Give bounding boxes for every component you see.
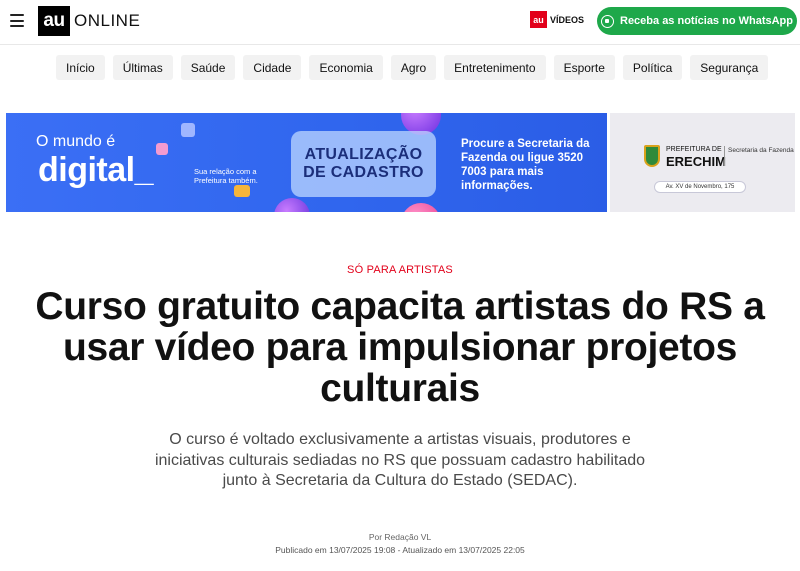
decor-sphere [274, 198, 310, 212]
envelope-icon [234, 185, 250, 197]
site-header: au ONLINE au VÍDEOS Receba as notícias n… [0, 0, 800, 44]
nav-item-cidade[interactable]: Cidade [243, 55, 302, 80]
decor-icon [181, 123, 195, 137]
whatsapp-icon [601, 14, 614, 28]
sponsor-address: Av. XV de Novembro, 175 [654, 181, 746, 193]
banner-card-line2: DE CADASTRO [303, 164, 424, 181]
nav-item-entretenimento[interactable]: Entretenimento [444, 55, 546, 80]
category-nav: Início Últimas Saúde Cidade Economia Agr… [56, 55, 769, 80]
whatsapp-button-label: Receba as notícias no WhatsApp [620, 15, 793, 27]
nav-item-esporte[interactable]: Esporte [553, 55, 615, 80]
article-byline: Por Redação VL [368, 532, 432, 542]
logo-text: ONLINE [74, 11, 141, 30]
banner-line2: digital_ [38, 151, 154, 189]
videos-label: VÍDEOS [550, 14, 585, 25]
nav-item-ultimas[interactable]: Últimas [112, 55, 173, 80]
whatsapp-button[interactable]: Receba as notícias no WhatsApp [597, 7, 797, 35]
nav-item-economia[interactable]: Economia [309, 55, 383, 80]
banner-cta: Procure a Secretaria da Fazenda ou ligue… [461, 138, 590, 192]
article-dates: Publicado em 13/07/2025 19:08 - Atualiza… [275, 545, 525, 555]
sponsor-line2: ERECHIM [666, 154, 726, 169]
videos-link[interactable]: au VÍDEOS [530, 11, 584, 28]
videos-logo-mark: au [530, 11, 547, 28]
nav-item-seguranca[interactable]: Segurança [690, 55, 769, 80]
decor-sphere [401, 203, 441, 212]
banner-card: ATUALIZAÇÃO DE CADASTRO [291, 131, 436, 197]
banner-line1: O mundo é [36, 133, 116, 150]
sponsor-divider [724, 146, 725, 166]
sponsor-line1: PREFEITURA DE [666, 146, 722, 153]
header-divider [0, 44, 800, 45]
logo-mark: au [38, 6, 70, 36]
sponsor-dept: Secretaria da Fazenda [728, 147, 794, 154]
decor-icon [156, 143, 168, 155]
article-kicker[interactable]: SÓ PARA ARTISTAS [0, 264, 800, 276]
article-subheadline: O curso é voltado exclusivamente a artis… [154, 431, 646, 489]
banner-card-line1: ATUALIZAÇÃO [304, 146, 423, 163]
nav-item-politica[interactable]: Política [622, 55, 683, 80]
banner-tagline: Sua relação com a Prefeitura também. [194, 167, 258, 185]
nav-item-saude[interactable]: Saúde [180, 55, 236, 80]
nav-item-inicio[interactable]: Início [56, 55, 105, 80]
ad-banner[interactable]: O mundo é digital_ Sua relação com a Pre… [6, 113, 607, 212]
site-logo[interactable]: au ONLINE [38, 6, 140, 36]
article-headline: Curso gratuito capacita artistas do RS a… [35, 285, 765, 410]
city-crest-icon [644, 145, 660, 167]
menu-icon[interactable] [10, 14, 24, 27]
ad-banner-sponsor[interactable]: PREFEITURA DE ERECHIM Secretaria da Faze… [610, 113, 795, 212]
nav-item-agro[interactable]: Agro [390, 55, 437, 80]
